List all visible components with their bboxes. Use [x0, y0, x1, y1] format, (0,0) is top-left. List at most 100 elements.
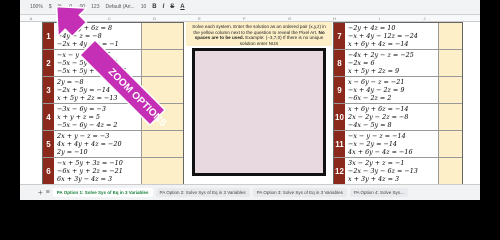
equation-line: 3x − 2y + z = −1	[348, 159, 405, 167]
problem-number: 8	[334, 50, 345, 76]
equation-line: −2x + 4y + z = −1	[57, 40, 119, 48]
format-button[interactable]: 123	[91, 4, 99, 10]
column-header[interactable]: H	[312, 16, 357, 21]
equation-line: x + 6y + 4z = −14	[348, 40, 409, 48]
equation-line: 2y = −8	[57, 78, 84, 86]
equation-line: −x + 4y − 12z = −24	[348, 32, 418, 40]
equation-system[interactable]: 2x − 4y + 6z = 8 −4y − z = −8 −2x + 4y + z…	[54, 23, 141, 49]
equation-line: −x + 5y + 3z = −10	[57, 159, 123, 167]
problem-number: 2	[43, 50, 54, 76]
equation-line: x − 6y − z = −21	[348, 78, 405, 86]
left-problem-row: 3 2y = −8 −2x + 5y = −14 x + 5y + 2z = −13	[43, 77, 183, 104]
right-problem-row: 12 3x − 2y + z = −1 −2x − 3y − 6z = −13 x +…	[334, 158, 462, 185]
right-problem-row: 11 −x − y − z = −14 −x − 2y = −14 4x + 6y −…	[334, 131, 462, 158]
answer-cell[interactable]	[141, 104, 183, 130]
equation-line: −3x − 6y = −3	[57, 105, 106, 113]
equation-system[interactable]: −x + 5y + 3z = −10 −6x + y + 2z = −21 6x +…	[54, 158, 141, 184]
increase-decimal-button[interactable]: .00	[78, 4, 85, 10]
sheet-tab-3[interactable]: PA Option 3: Solve Sys of Eq in 3 Variab…	[252, 188, 347, 197]
bold-button[interactable]: B	[152, 4, 156, 10]
percent-button[interactable]: %	[58, 4, 62, 10]
equation-system[interactable]: x − 6y − z = −21 −x + 4y − 2z = 9 −6x − 2z…	[345, 77, 438, 103]
answer-cell[interactable]	[141, 23, 183, 49]
problem-number: 6	[43, 158, 54, 184]
decrease-decimal-button[interactable]: .0	[68, 4, 72, 10]
spreadsheet-window: 100% $ % .0 .00 123 Default (Ari... 10 B…	[20, 0, 480, 200]
column-header[interactable]: B	[42, 16, 87, 21]
sheet-tab-2[interactable]: PA Option 2: Solve Sys of Eq in 3 Variab…	[155, 188, 250, 197]
problem-number: 3	[43, 77, 54, 103]
font-size-select[interactable]: 10	[141, 4, 147, 10]
answer-cell[interactable]	[141, 131, 183, 157]
column-header[interactable]: E	[177, 16, 222, 21]
italic-button[interactable]: I	[163, 4, 165, 10]
left-problem-row: 4 −3x − 6y = −3 x + y + z = 5 −5x − 6y − 4z…	[43, 104, 183, 131]
equation-line: 4x + 4y + 4z = −20	[57, 140, 122, 148]
equation-line: −5x − 5y + 2z = 3	[57, 59, 118, 67]
answer-cell[interactable]	[438, 131, 462, 157]
answer-cell[interactable]	[141, 158, 183, 184]
zoom-select[interactable]: 100%	[30, 4, 43, 10]
add-sheet-icon[interactable]: +	[38, 188, 43, 197]
column-header[interactable]: F	[222, 16, 267, 21]
equation-line: −4x − 5y = 8	[348, 121, 392, 129]
answer-cell[interactable]	[141, 50, 183, 76]
equation-system[interactable]: 2x + y − z = −3 4x + 4y + 4z = −20 2y = −1…	[54, 131, 141, 157]
problem-number: 11	[334, 131, 345, 157]
equation-system[interactable]: x + 6y + 6z = −14 2x − 2y − 2z = −8 −4x − …	[345, 104, 438, 130]
equation-system[interactable]: −4x + 2y − z = −25 −2x = 6x + 5y + 2z = 9	[345, 50, 438, 76]
answer-cell[interactable]	[141, 77, 183, 103]
equation-line: −2x = 6	[348, 59, 375, 67]
equation-line: 6x + 3y − 4z = 3	[57, 175, 113, 183]
equation-line: x + 3y + 4z = 3	[348, 175, 400, 183]
problem-number: 12	[334, 158, 345, 184]
equation-line: −2y + 4z = 10	[348, 24, 396, 32]
equation-system[interactable]: −x − y − z = −5 −5x − 5y + 2z = 3 −5x + 5y…	[54, 50, 141, 76]
right-problem-row: 9x − 6y − z = −21 −x + 4y − 2z = 9 −6x − 2…	[334, 77, 462, 104]
column-header[interactable]: A	[20, 16, 42, 21]
problem-number: 5	[43, 131, 54, 157]
equation-line: 2x + y − z = −3	[57, 132, 110, 140]
pixel-art-area	[192, 48, 326, 176]
sheet-tab-4[interactable]: PA Option 4: Solve Sys...	[349, 188, 408, 197]
column-header[interactable]: D	[132, 16, 177, 21]
answer-cell[interactable]	[438, 23, 462, 49]
equation-line: 2x − 4y + 6z = 8	[57, 24, 113, 32]
answer-cell[interactable]	[438, 104, 462, 130]
equation-line: x + 6y + 6z = −14	[348, 105, 409, 113]
left-problem-row: 5 2x + y − z = −3 4x + 4y + 4z = −20 2y = −…	[43, 131, 183, 158]
sheet-grid: 1 2x − 4y + 6z = 8 −4y − z = −8 −2x + 4y + …	[20, 22, 480, 185]
sheet-tab-1[interactable]: PA Option 1: Solve Sys of Eq in 3 Variab…	[52, 188, 153, 197]
equation-system[interactable]: −3x − 6y = −3 x + y + z = 5 −5x − 6y − 4z …	[54, 104, 141, 130]
column-header[interactable]: I	[357, 16, 402, 21]
equation-system[interactable]: 2y = −8 −2x + 5y = −14 x + 5y + 2z = −13	[54, 77, 141, 103]
column-header[interactable]: G	[267, 16, 312, 21]
equation-line: 2x − 2y − 2z = −8	[348, 113, 409, 121]
column-header[interactable]: C	[87, 16, 132, 21]
center-panel: Solve each system. Enter the solution as…	[186, 22, 332, 184]
problem-number: 1	[43, 23, 54, 49]
left-problem-row: 2 −x − y − z = −5 −5x − 5y + 2z = 3 −5x + 5…	[43, 50, 183, 77]
equation-line: x + 5y + 2z = −13	[57, 94, 118, 102]
sheet-list-icon[interactable]: ≡	[46, 189, 50, 196]
currency-button[interactable]: $	[49, 4, 52, 10]
equation-line: −6x + y + 2z = −21	[57, 167, 123, 175]
text-color-button[interactable]: A	[180, 4, 184, 10]
sheet-tabs-bar: + ≡ PA Option 1: Solve Sys of Eq in 3 Va…	[20, 184, 480, 200]
font-select[interactable]: Default (Ari...	[106, 4, 135, 10]
equation-line: 4x + 6y − 4z = −16	[348, 148, 413, 156]
column-header[interactable]: J	[402, 16, 447, 21]
problem-number: 9	[334, 77, 345, 103]
equation-system[interactable]: −x − y − z = −14 −x − 2y = −14 4x + 6y − 4…	[345, 131, 438, 157]
answer-cell[interactable]	[438, 50, 462, 76]
answer-cell[interactable]	[438, 158, 462, 184]
equation-system[interactable]: −2y + 4z = 10 −x + 4y − 12z = −24 x + 6y +…	[345, 23, 438, 49]
instructions-line2: column next to the question to reveal th…	[215, 29, 318, 35]
strikethrough-button[interactable]: S	[170, 4, 174, 10]
equation-line: −4x + 2y − z = −25	[348, 51, 414, 59]
answer-cell[interactable]	[438, 77, 462, 103]
equation-line: −x − y − z = −14	[348, 132, 406, 140]
equation-system[interactable]: 3x − 2y + z = −1 −2x − 3y − 6z = −13 x + 3…	[345, 158, 438, 184]
instructions-line3: Example: (−3,7,0) If there is no unique …	[239, 35, 324, 46]
right-problem-row: 7 −2y + 4z = 10 −x + 4y − 12z = −24 x + 6y …	[334, 23, 462, 50]
